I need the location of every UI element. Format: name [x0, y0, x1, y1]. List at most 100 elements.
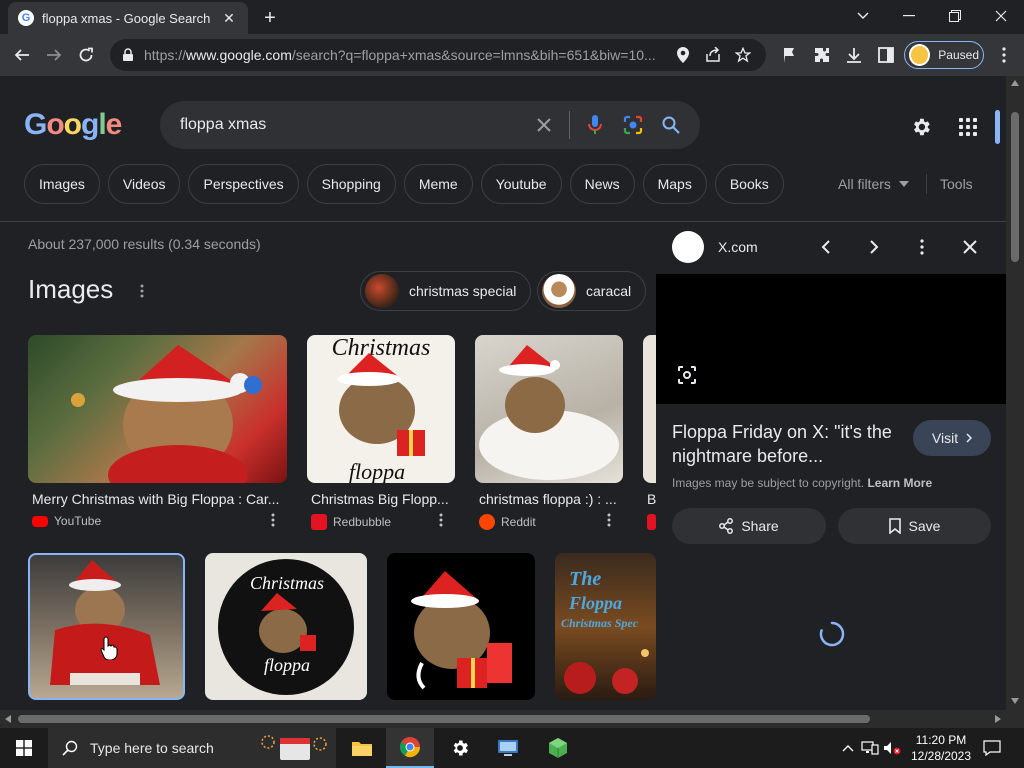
image-caption[interactable]: Christmas Big Flopp... — [311, 491, 451, 507]
image-result-the-floppa[interactable]: The Floppa Christmas Spec — [555, 553, 656, 700]
chip-meme[interactable]: Meme — [403, 164, 473, 204]
vertical-scrollbar[interactable] — [1006, 76, 1024, 710]
image-options-icon[interactable] — [265, 512, 281, 528]
side-panel-icon[interactable] — [872, 41, 900, 69]
visit-button[interactable]: Visit — [913, 420, 991, 456]
google-logo[interactable]: Google — [24, 108, 122, 142]
forward-button[interactable] — [40, 41, 68, 69]
image-caption[interactable]: B — [647, 491, 656, 507]
close-panel-icon[interactable] — [958, 235, 982, 259]
notifications-icon[interactable] — [982, 738, 1002, 758]
site-logo[interactable] — [672, 231, 704, 263]
tab-close-icon[interactable]: ✕ — [220, 9, 238, 27]
page-scroll-indicator — [995, 110, 1000, 144]
save-button[interactable]: Save — [838, 508, 991, 544]
chip-videos[interactable]: Videos — [107, 164, 181, 204]
image-result-partial[interactable] — [643, 335, 656, 483]
close-window-button[interactable] — [978, 0, 1024, 32]
image-result-round-sticker[interactable]: Christmas floppa — [205, 553, 367, 700]
image-options-icon[interactable] — [601, 512, 617, 528]
previous-image-icon[interactable] — [814, 235, 838, 259]
system-clock[interactable]: 11:20 PM 12/28/2023 — [905, 732, 977, 764]
taskbar-search[interactable]: Type here to search — [48, 728, 336, 768]
remote-desktop-icon[interactable] — [484, 728, 532, 768]
share-button[interactable]: Share — [672, 508, 826, 544]
settings-gear-icon[interactable] — [436, 728, 484, 768]
flag-icon[interactable] — [776, 41, 804, 69]
panel-more-icon[interactable] — [910, 235, 934, 259]
profile-button[interactable]: Paused — [904, 41, 984, 69]
the-text: The — [569, 568, 601, 590]
chip-shopping[interactable]: Shopping — [306, 164, 396, 204]
new-tab-button[interactable]: + — [258, 6, 282, 30]
scroll-up-icon[interactable] — [1011, 80, 1019, 86]
image-result-selected[interactable] — [28, 553, 185, 700]
chrome-taskbar-icon[interactable] — [386, 728, 434, 768]
tray-chevron-up-icon[interactable] — [838, 738, 858, 758]
chip-books[interactable]: Books — [714, 164, 784, 204]
chrome-menu-icon[interactable] — [990, 41, 1018, 69]
reload-button[interactable] — [72, 41, 100, 69]
download-icon[interactable] — [840, 41, 868, 69]
clear-search-icon[interactable] — [531, 112, 557, 138]
image-result-youtube[interactable] — [28, 335, 287, 483]
horizontal-scrollbar[interactable] — [0, 710, 1006, 728]
chip-youtube[interactable]: Youtube — [480, 164, 562, 204]
bookmark-star-icon[interactable] — [732, 44, 754, 66]
next-image-icon[interactable] — [862, 235, 886, 259]
image-caption[interactable]: Merry Christmas with Big Floppa : Car... — [32, 491, 282, 507]
chip-news[interactable]: News — [569, 164, 635, 204]
google-apps-grid-icon[interactable] — [955, 114, 981, 140]
chip-images[interactable]: Images — [24, 164, 100, 204]
app-green-cube-icon[interactable] — [534, 728, 582, 768]
scroll-left-icon[interactable] — [5, 715, 11, 723]
related-chip-christmas-special[interactable]: christmas special — [360, 271, 532, 311]
scroll-down-icon[interactable] — [1011, 698, 1019, 704]
site-name[interactable]: X.com — [718, 239, 758, 255]
settings-gear-icon[interactable] — [908, 114, 934, 140]
image-result-redbubble[interactable]: Christmas floppa — [307, 335, 455, 483]
address-bar[interactable]: https://www.google.com/search?q=floppa+x… — [110, 39, 766, 71]
image-source[interactable]: YouTube — [32, 514, 101, 528]
image-source[interactable]: Reddit — [479, 514, 536, 530]
image-options-icon[interactable] — [433, 512, 449, 528]
related-thumb — [365, 274, 399, 308]
restore-button[interactable] — [932, 0, 978, 32]
browser-tab[interactable]: G floppa xmas - Google Search ✕ — [8, 2, 248, 34]
network-icon[interactable] — [860, 738, 880, 758]
minimize-button[interactable] — [886, 0, 932, 32]
image-source[interactable]: Redbubble — [311, 514, 391, 530]
tab-search-chevron-icon[interactable] — [840, 0, 886, 32]
copyright-note: Images may be subject to copyright. Lear… — [672, 476, 933, 490]
images-more-icon[interactable] — [132, 281, 152, 301]
start-button[interactable] — [0, 728, 48, 768]
file-explorer-icon[interactable] — [338, 728, 386, 768]
search-box[interactable]: floppa xmas — [160, 101, 700, 149]
search-input[interactable]: floppa xmas — [180, 116, 519, 134]
share-page-icon[interactable] — [702, 44, 724, 66]
google-lens-icon[interactable] — [620, 112, 646, 138]
preview-title[interactable]: Floppa Friday on X: "it's the nightmare … — [672, 420, 902, 468]
back-button[interactable] — [8, 41, 36, 69]
search-icon[interactable] — [658, 112, 684, 138]
image-result-reddit[interactable] — [475, 335, 623, 483]
image-caption[interactable]: christmas floppa :) : ... — [479, 491, 619, 507]
vertical-scroll-thumb[interactable] — [1011, 112, 1019, 262]
lens-search-icon[interactable] — [674, 362, 700, 388]
horizontal-scroll-thumb[interactable] — [18, 715, 870, 723]
scroll-right-icon[interactable] — [995, 715, 1001, 723]
browser-toolbar: https://www.google.com/search?q=floppa+x… — [0, 34, 1024, 76]
all-filters-button[interactable]: All filters — [838, 176, 909, 192]
microphone-icon[interactable] — [582, 112, 608, 138]
location-pin-icon[interactable] — [672, 44, 694, 66]
chip-maps[interactable]: Maps — [642, 164, 707, 204]
image-result-black-bg[interactable] — [387, 553, 535, 700]
volume-muted-icon[interactable] — [882, 738, 902, 758]
chip-perspectives[interactable]: Perspectives — [188, 164, 299, 204]
related-chip-caracal[interactable]: caracal — [537, 271, 647, 311]
preview-image[interactable] — [656, 274, 1006, 404]
calendar-fireworks-icon — [261, 735, 327, 760]
learn-more-link[interactable]: Learn More — [867, 476, 932, 490]
tools-button[interactable]: Tools — [940, 176, 973, 192]
extensions-puzzle-icon[interactable] — [808, 41, 836, 69]
